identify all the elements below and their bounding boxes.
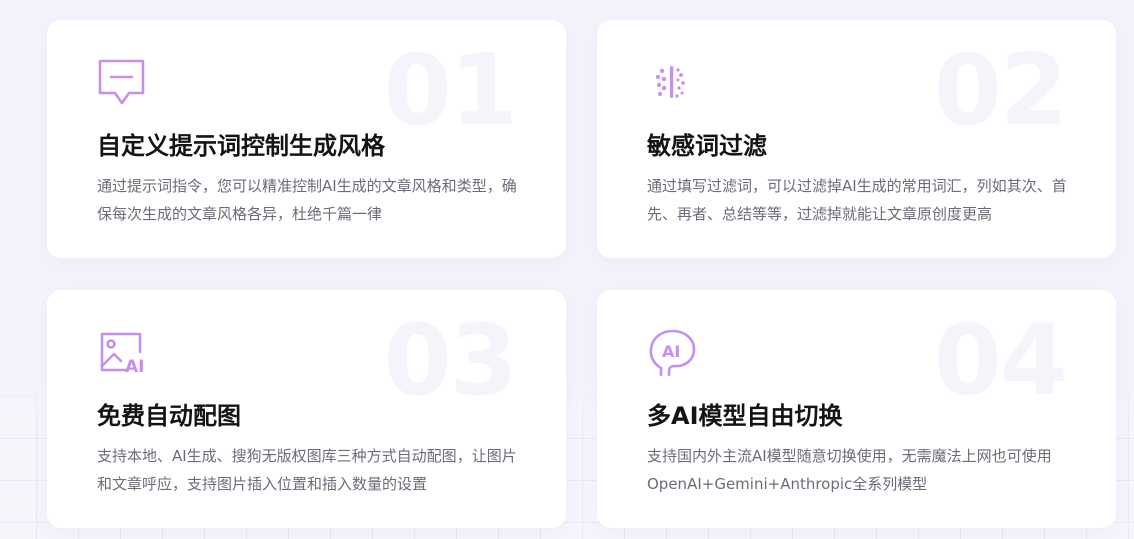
feature-number: 02: [933, 34, 1068, 148]
feature-title: 免费自动配图: [97, 402, 241, 430]
feature-card-multi-ai-model: 04 AI 多AI模型自由切换 支持国内外主流AI模型随意切换使用，无需魔法上网…: [597, 290, 1116, 528]
feature-title: 自定义提示词控制生成风格: [97, 132, 385, 160]
feature-description: 通过提示词指令，您可以精准控制AI生成的文章风格和类型，确保每次生成的文章风格各…: [97, 177, 517, 223]
svg-text:AI: AI: [662, 342, 680, 361]
ai-head-icon: AI: [647, 328, 697, 378]
filter-dots-icon: [647, 58, 697, 108]
feature-card-sensitive-word-filter: 02 敏感词过滤 通过填写过滤词，可以过滤掉AI生成的常用词汇，列如其次、首先、…: [597, 20, 1116, 258]
feature-title: 多AI模型自由切换: [647, 402, 843, 430]
feature-card-auto-image: 03 AI 免费自动配图 支持本地、AI生成、搜狗无版权图库三种方式自动配图，让…: [47, 290, 566, 528]
feature-number: 03: [383, 304, 518, 418]
ai-image-icon: AI: [97, 328, 147, 378]
svg-text:AI: AI: [125, 357, 144, 377]
feature-number: 01: [383, 34, 518, 148]
feature-card-custom-prompt: 01 自定义提示词控制生成风格 通过提示词指令，您可以精准控制AI生成的文章风格…: [47, 20, 566, 258]
feature-title: 敏感词过滤: [647, 132, 767, 160]
feature-description: 通过填写过滤词，可以过滤掉AI生成的常用词汇，列如其次、首先、再者、总结等等，过…: [647, 177, 1067, 223]
feature-number: 04: [933, 304, 1068, 418]
chat-bubble-icon: [97, 58, 147, 108]
feature-description: 支持国内外主流AI模型随意切换使用，无需魔法上网也可使用OpenAI+Gemin…: [647, 447, 1052, 493]
feature-description: 支持本地、AI生成、搜狗无版权图库三种方式自动配图，让图片和文章呼应，支持图片插…: [97, 447, 517, 493]
